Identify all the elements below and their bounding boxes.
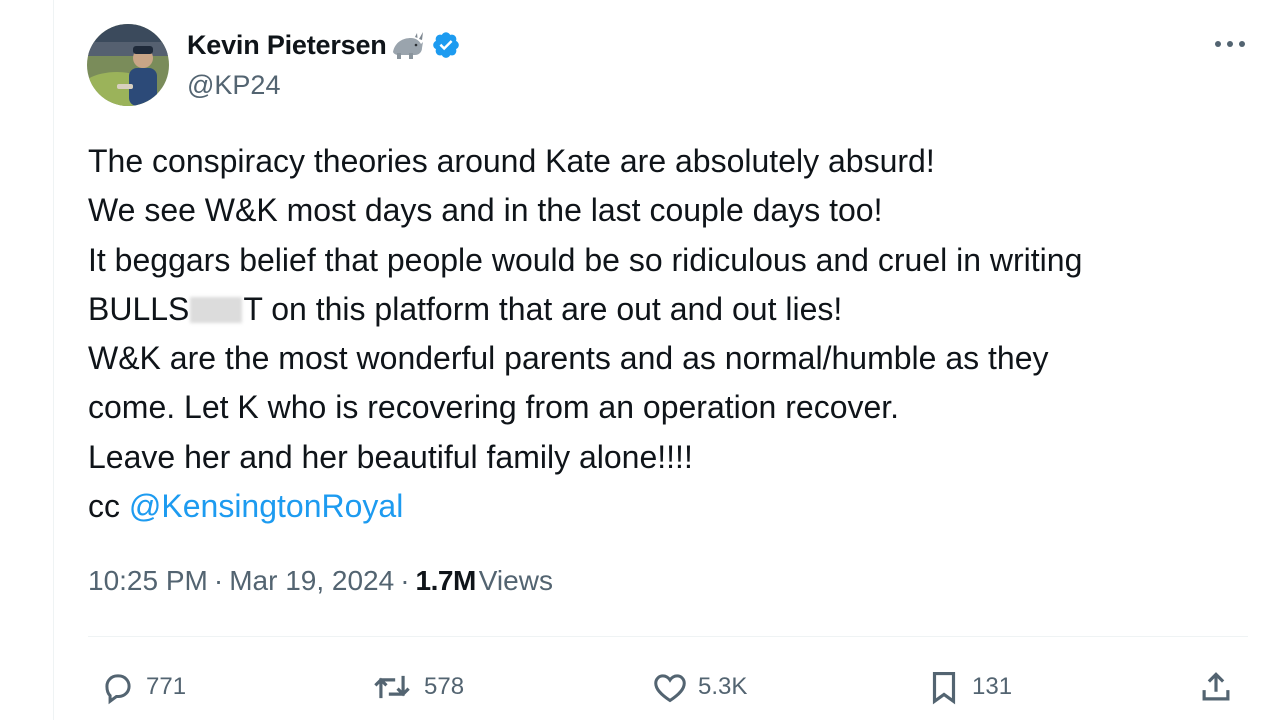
repost-button[interactable]: 578 <box>366 666 464 708</box>
share-button[interactable] <box>1196 666 1236 708</box>
tweet-line-cc: cc @KensingtonRoyal <box>88 482 1248 531</box>
bookmark-icon <box>932 671 956 705</box>
reply-icon <box>105 674 131 705</box>
share-icon <box>1202 672 1230 701</box>
censored-line-rest: T on this platform that are out and out … <box>243 290 843 327</box>
censored-word-prefix: BULLS <box>88 290 190 327</box>
tweet-meta: 10:25 PM · Mar 19, 2024 · 1.7M Views <box>88 565 553 597</box>
views-label[interactable]: Views <box>479 565 553 597</box>
views-count[interactable]: 1.7M <box>416 565 477 597</box>
cc-prefix: cc <box>88 488 120 525</box>
like-count: 5.3K <box>698 673 748 700</box>
author-handle[interactable]: @KP24 <box>187 70 280 101</box>
tweet-line: We see W&K most days and in the last cou… <box>88 192 883 229</box>
heart-icon <box>654 674 686 703</box>
bookmark-count: 131 <box>972 673 1013 700</box>
tweet-line: come. Let K who is recovering from an op… <box>88 389 900 426</box>
reply-count: 771 <box>146 673 187 700</box>
more-dots-icon <box>1215 41 1245 47</box>
meta-separator: · <box>213 565 224 596</box>
tweet-time[interactable]: 10:25 PM <box>88 565 208 597</box>
censor-blur <box>190 296 243 323</box>
tweet-line: W&K are the most wonderful parents and a… <box>88 340 1049 377</box>
avatar[interactable] <box>87 24 169 106</box>
meta-separator: · <box>400 565 410 596</box>
more-options-button[interactable] <box>1212 30 1248 58</box>
like-button[interactable]: 5.3K <box>648 666 747 708</box>
mention-link[interactable]: @KensingtonRoyal <box>129 488 403 524</box>
repost-count: 578 <box>424 673 465 700</box>
divider <box>88 636 1248 637</box>
bookmark-button[interactable]: 131 <box>922 666 1012 708</box>
tweet-text: The conspiracy theories around Kate are … <box>88 137 1248 531</box>
author-display-name[interactable]: Kevin Pietersen <box>187 30 387 61</box>
tweet-date[interactable]: Mar 19, 2024 <box>229 565 394 597</box>
verified-badge-icon <box>431 30 461 60</box>
repost-icon <box>374 675 410 699</box>
reply-button[interactable]: 771 <box>96 666 186 708</box>
tweet-line-censored: BULLS T on this platform that are out and… <box>88 285 1248 334</box>
tweet-line: Leave her and her beautiful family alone… <box>88 438 693 475</box>
tweet-line: The conspiracy theories around Kate are … <box>88 143 935 179</box>
author-name-row: Kevin Pietersen <box>187 28 461 62</box>
rhino-icon <box>389 30 425 60</box>
tweet-line: It beggars belief that people would be s… <box>88 241 1083 278</box>
